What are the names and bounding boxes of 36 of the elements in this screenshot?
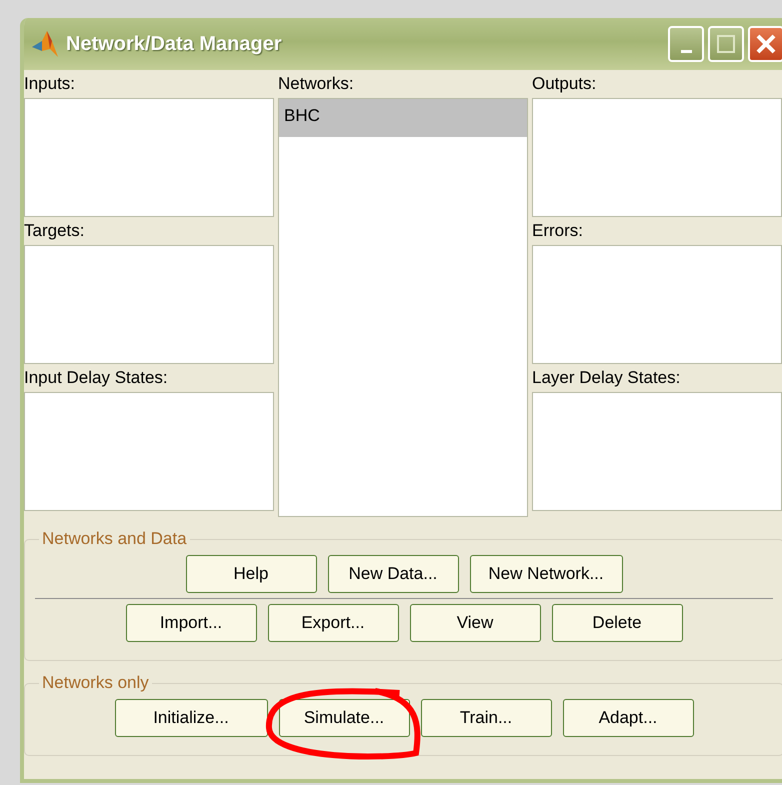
action-button[interactable]: View — [410, 604, 540, 642]
window-title: Network/Data Manager — [66, 32, 283, 57]
list-box[interactable] — [24, 245, 274, 364]
action-button[interactable]: Train... — [420, 699, 552, 737]
action-button[interactable]: Export... — [268, 604, 398, 642]
maximize-button[interactable] — [708, 26, 744, 62]
minimize-button[interactable] — [668, 26, 704, 62]
close-button[interactable] — [748, 26, 782, 62]
list-label: Errors: — [532, 220, 584, 242]
list-box[interactable] — [24, 392, 274, 511]
maximize-icon — [716, 34, 736, 54]
action-button[interactable]: Import... — [126, 604, 256, 642]
list-box[interactable] — [532, 98, 782, 217]
list-box[interactable] — [532, 245, 782, 364]
action-button[interactable]: Adapt... — [562, 699, 694, 737]
list-label: Outputs: — [532, 73, 598, 95]
list-box[interactable] — [24, 98, 274, 217]
list-item[interactable]: BHC — [279, 99, 527, 137]
close-icon — [755, 33, 777, 55]
minimize-icon — [680, 50, 692, 52]
app-logo-icon — [30, 29, 60, 59]
list-box[interactable]: BHC — [278, 98, 528, 517]
group-title: Networks only — [41, 673, 150, 693]
list-box[interactable] — [532, 392, 782, 511]
list-label: Networks: — [278, 73, 355, 95]
group-title: Networks and Data — [41, 529, 188, 549]
list-label: Inputs: — [24, 73, 76, 95]
list-label: Layer Delay States: — [532, 367, 682, 389]
action-button[interactable]: Simulate... — [278, 699, 410, 737]
action-button[interactable]: Delete — [552, 604, 682, 642]
list-label: Input Delay States: — [24, 367, 169, 389]
action-button[interactable]: Help — [186, 555, 316, 593]
action-button[interactable]: Initialize... — [114, 699, 268, 737]
action-button[interactable]: New Data... — [328, 555, 458, 593]
list-label: Targets: — [24, 220, 86, 242]
action-button[interactable]: New Network... — [470, 555, 622, 593]
